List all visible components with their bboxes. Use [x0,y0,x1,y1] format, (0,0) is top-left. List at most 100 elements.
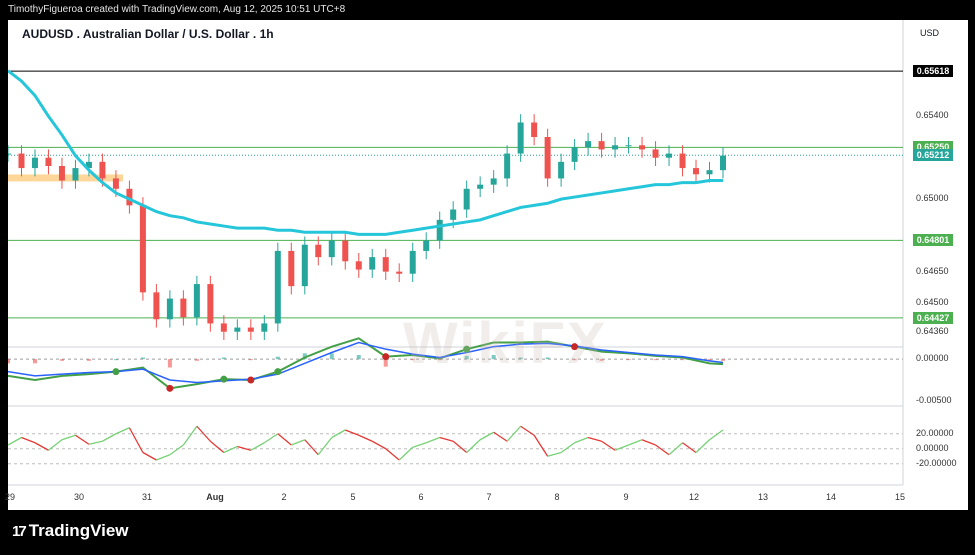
symbol-title[interactable]: AUDUSD . Australian Dollar / U.S. Dollar… [22,27,274,41]
price-candle-body [463,188,470,210]
price-candle-body [558,161,565,179]
time-axis-tick: 13 [757,492,769,502]
oscillator-line-segment [291,439,306,446]
price-candle-body [247,327,254,332]
oscillator-line-segment [277,433,292,446]
time-axis-tick: Aug [206,492,224,502]
oscillator-line-segment [695,439,710,453]
time-axis-tick: 8 [554,492,560,502]
macd-line [8,337,724,390]
price-candle-body [720,155,726,171]
oscillator-line-segment [574,436,589,444]
price-candle-body [369,257,376,270]
macd-cross-marker [112,368,120,376]
macd-histogram-bar [86,359,91,361]
price-candle-body [193,284,200,318]
oscillator-line-segment [628,439,643,446]
price-candle-body [409,250,416,274]
macd-cross-marker [220,375,228,383]
time-axis-tick: 31 [141,492,153,502]
oscillator-line-segment [560,442,575,454]
oscillator-line-segment [169,444,184,456]
price-candle-body [652,149,659,158]
macd-axis-tick: -0.00500 [916,394,952,405]
oscillator-line-segment [533,434,549,457]
macd-histogram-bar [680,359,685,361]
price-candle-body [639,145,646,150]
price-candle-body [220,323,227,332]
time-axis-tick: 30 [73,492,85,502]
price-candle-body [477,184,484,189]
price-candle-body [342,240,349,262]
oscillator-line-segment [345,429,359,436]
price-candle-body [666,153,673,158]
macd-histogram-bar [140,357,145,360]
oscillator-line-segment [587,436,602,442]
price-candle-body [517,122,524,154]
macd-histogram-bar [653,359,658,361]
price-candle-body [706,170,713,175]
oscillator-line-segment [88,440,103,445]
macd-histogram-bar [248,359,253,361]
price-candle-body [234,327,241,332]
moving-average-line [8,69,723,236]
macd-histogram-bar [32,359,37,364]
price-candle-body [396,271,403,274]
oscillator-line-segment [452,440,468,453]
price-candle-body [693,168,700,175]
price-candle-body [450,209,457,220]
time-axis-tick: 29 [4,492,16,502]
price-axis-tick: 0.65400 [916,110,949,121]
time-axis-tick: 12 [688,492,700,502]
oscillator-line-segment [655,444,670,456]
macd-histogram-bar [275,356,280,360]
oscillator-line-segment [34,442,49,451]
macd-signal-line [8,341,724,384]
price-candle-body [301,244,308,287]
oscillator-line-segment [682,442,697,454]
price-candle-body [288,250,295,287]
macd-histogram-bar [194,359,199,361]
price-candle-body [18,153,25,169]
oscillator-line-segment [223,445,238,454]
oscillator-line-segment [466,439,481,453]
macd-cross-marker [382,353,390,361]
price-tag-resistance-top: 0.65618 [913,65,953,78]
price-candle-body [31,157,38,169]
macd-histogram-bar [8,359,10,364]
time-axis-tick: 7 [486,492,492,502]
chart-canvas[interactable]: WikiFX AUDUSD . Australian Dollar / U.S.… [4,20,968,510]
price-candle-body [274,250,281,324]
oscillator-line-segment [156,454,171,461]
price-candle-body [207,284,214,324]
price-axis-tick: 0.64360 [916,325,949,336]
macd-histogram-bar [356,355,361,360]
time-axis-tick: 9 [623,492,629,502]
price-candle-body [180,298,187,318]
macd-cross-marker [166,384,174,392]
price-candle-body [382,257,389,272]
price-candle-body [58,166,65,181]
price-candle-body [571,147,578,162]
chart-frame: TimothyFigueroa created with TradingView… [0,0,975,555]
price-candle-body [679,153,686,169]
tradingview-logo[interactable]: 17 TradingView [12,521,129,541]
macd-histogram-bar [221,357,226,360]
oscillator-line-segment [317,437,333,456]
oscillator-line-segment [614,444,629,451]
oscillator-line-segment [371,440,387,450]
price-candle-body [598,141,605,150]
oscillator-line-segment [61,434,76,441]
macd-histogram-bar [59,359,64,361]
oscillator-line-segment [263,433,279,444]
price-axis-tick: 0.65000 [916,193,949,204]
oscillator-line-segment [304,439,319,456]
price-candle-body [315,244,322,258]
oscillator-line-segment [385,448,400,461]
price-candle-body [72,168,79,181]
macd-axis-tick: 0.00000 [916,353,949,364]
price-candle-body [328,240,335,258]
oscillator-line-segment [209,440,225,453]
price-candle-body [45,157,52,166]
highlight-zone [8,174,123,182]
